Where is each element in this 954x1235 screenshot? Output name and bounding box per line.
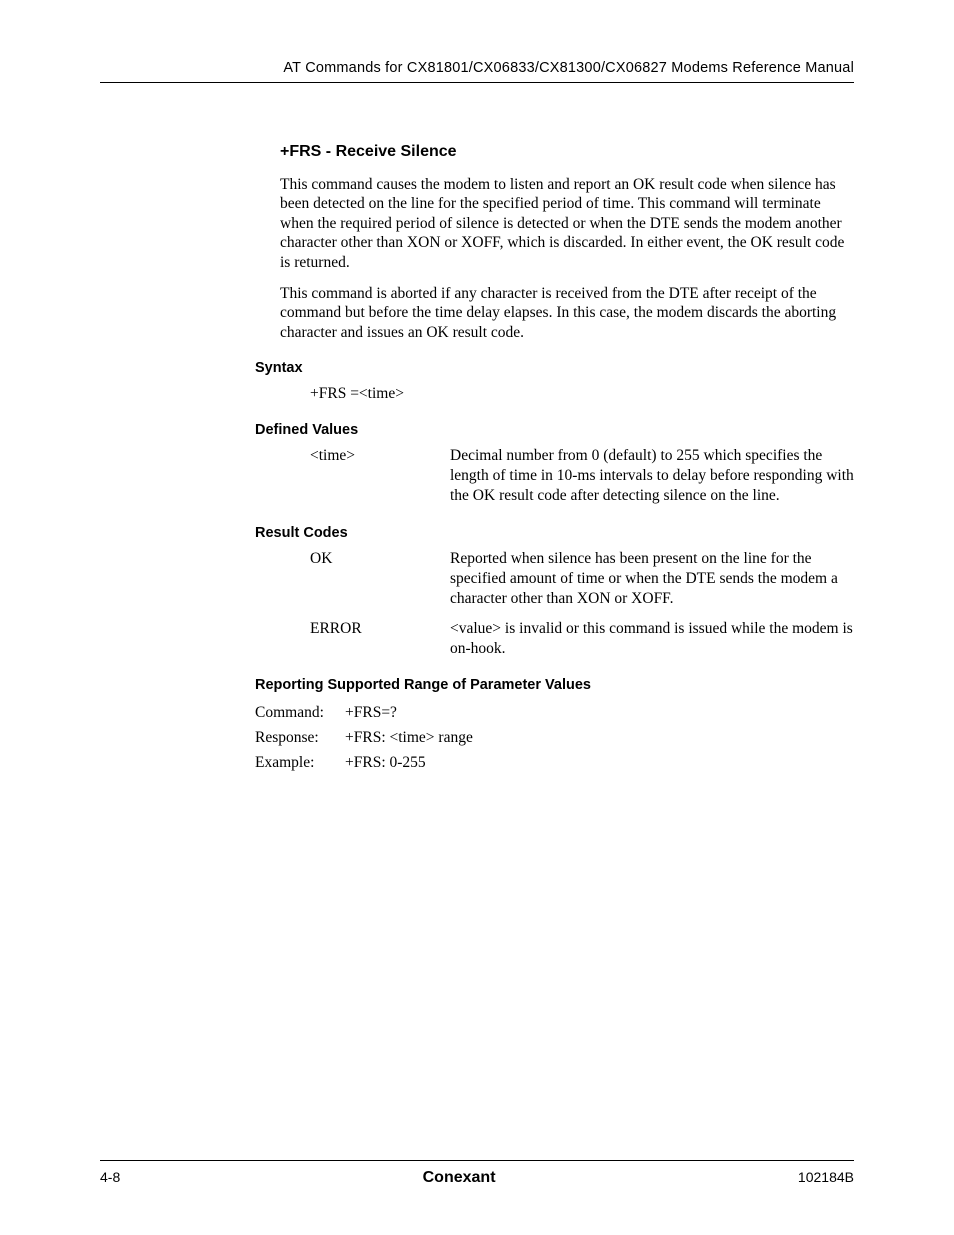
defined-values-heading: Defined Values — [255, 422, 854, 438]
syntax-line: +FRS =<time> — [310, 384, 854, 404]
defined-value-row: <time> Decimal number from 0 (default) t… — [310, 446, 854, 506]
reporting-value: +FRS=? — [345, 701, 397, 726]
footer-page-number: 4-8 — [100, 1169, 120, 1185]
result-code-term: OK — [310, 549, 450, 609]
reporting-row: Command: +FRS=? — [255, 701, 854, 726]
reporting-heading: Reporting Supported Range of Parameter V… — [255, 677, 854, 693]
reporting-label: Command: — [255, 701, 345, 726]
result-code-desc: Reported when silence has been present o… — [450, 549, 854, 609]
result-code-row: OK Reported when silence has been presen… — [310, 549, 854, 609]
section-title: +FRS - Receive Silence — [280, 143, 854, 161]
footer-brand: Conexant — [423, 1169, 496, 1187]
reporting-row: Example: +FRS: 0-255 — [255, 751, 854, 776]
page-content: +FRS - Receive Silence This command caus… — [280, 143, 854, 776]
syntax-heading: Syntax — [255, 360, 854, 376]
result-code-term: ERROR — [310, 619, 450, 659]
result-codes-heading: Result Codes — [255, 525, 854, 541]
body-paragraph: This command is aborted if any character… — [280, 284, 854, 342]
result-code-row: ERROR <value> is invalid or this command… — [310, 619, 854, 659]
defined-value-desc: Decimal number from 0 (default) to 255 w… — [450, 446, 854, 506]
footer-doc-id: 102184B — [798, 1169, 854, 1185]
page-footer: 4-8 Conexant 102184B — [100, 1160, 854, 1187]
defined-value-term: <time> — [310, 446, 450, 506]
reporting-row: Response: +FRS: <time> range — [255, 726, 854, 751]
reporting-label: Response: — [255, 726, 345, 751]
reporting-label: Example: — [255, 751, 345, 776]
result-code-desc: <value> is invalid or this command is is… — [450, 619, 854, 659]
reporting-value: +FRS: 0-255 — [345, 751, 426, 776]
reporting-value: +FRS: <time> range — [345, 726, 473, 751]
body-paragraph: This command causes the modem to listen … — [280, 175, 854, 272]
running-header: AT Commands for CX81801/CX06833/CX81300/… — [100, 60, 854, 83]
